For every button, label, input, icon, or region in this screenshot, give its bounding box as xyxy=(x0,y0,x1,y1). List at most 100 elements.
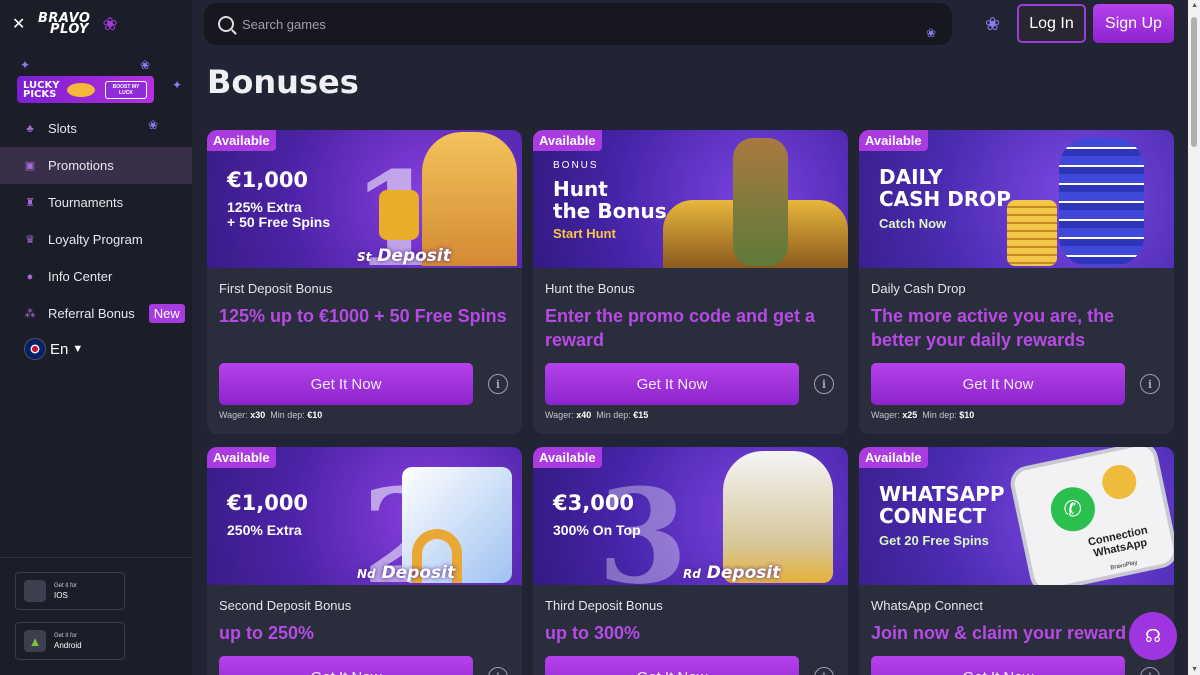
card-label: First Deposit Bonus xyxy=(219,281,333,296)
banner-amount: €1,000 xyxy=(227,491,309,515)
banner-subtitle: 125% Extra + 50 Free Spins xyxy=(227,200,330,230)
store-name: Android xyxy=(54,641,82,650)
login-button[interactable]: Log In xyxy=(1017,4,1086,43)
sidebar-item-loyalty[interactable]: ♛ Loyalty Program xyxy=(0,221,192,258)
language-selector[interactable]: En ▼ xyxy=(24,338,83,360)
min-dep-label: Min dep: xyxy=(922,410,957,420)
signup-button[interactable]: Sign Up xyxy=(1093,4,1174,43)
info-icon[interactable]: i xyxy=(814,374,834,394)
banner-deposit: Deposit xyxy=(381,563,456,583)
phone-text: Connection WhatsApp BravoPlay xyxy=(1087,524,1155,578)
support-chat-button[interactable]: ☊ xyxy=(1129,612,1177,660)
gift-icon: ▣ xyxy=(24,160,36,172)
chip-stack-illustration xyxy=(1059,138,1144,266)
get-it-now-button[interactable]: Get It Now xyxy=(219,656,473,675)
bonus-banner[interactable]: Available DAILY CASH DROP Catch Now xyxy=(859,130,1174,268)
scroll-up-icon[interactable]: ▲ xyxy=(1191,2,1198,9)
store-name: IOS xyxy=(54,591,68,600)
banner-cta: Get 20 Free Spins xyxy=(879,533,989,548)
sidebar-item-promotions[interactable]: ▣ Promotions xyxy=(0,147,192,184)
sidebar-item-label: Referral Bonus xyxy=(48,306,135,321)
butterfly-icon: ❀ xyxy=(985,14,1001,34)
search-input[interactable] xyxy=(242,16,842,32)
get-it-now-button[interactable]: Get It Now xyxy=(871,363,1125,405)
bonus-card: Available DAILY CASH DROP Catch Now Dail… xyxy=(859,130,1174,434)
banner-title: WHATSAPP CONNECT xyxy=(879,483,1005,527)
bonus-banner[interactable]: Available BONUS Hunt the Bonus Start Hun… xyxy=(533,130,848,268)
sidebar-item-referral[interactable]: ⁂ Referral Bonus New xyxy=(0,295,192,332)
trophy-icon: ♜ xyxy=(25,197,35,209)
banner-cta: Start Hunt xyxy=(553,226,616,241)
store-text: Get it for IOS xyxy=(54,582,77,600)
boost-luck-button[interactable]: BOOST MY LUCK xyxy=(105,80,147,99)
android-app-button[interactable]: ▲ Get it for Android xyxy=(15,622,125,660)
bonus-banner[interactable]: Available €1,000 125% Extra + 50 Free Sp… xyxy=(207,130,522,268)
slots-icon: ♣ xyxy=(26,122,34,135)
sparkle-icon: ✦ xyxy=(20,58,31,72)
sparkle-icon: ✦ xyxy=(172,78,183,92)
scroll-thumb[interactable] xyxy=(1191,17,1197,147)
banner-big-number: 3 xyxy=(597,460,688,586)
available-badge: Available xyxy=(207,447,276,468)
uk-flag-icon xyxy=(24,338,46,360)
sidebar-item-slots[interactable]: ♣ Slots xyxy=(0,110,192,147)
wager-label: Wager: xyxy=(219,410,248,420)
sidebar-item-label: Info Center xyxy=(48,269,113,284)
get-it-now-button[interactable]: Get It Now xyxy=(545,656,799,675)
sidebar-item-label: Slots xyxy=(48,121,77,136)
close-icon[interactable]: ✕ xyxy=(12,14,26,34)
banner-title-line: WHATSAPP xyxy=(879,482,1005,506)
bonus-card: Available WHATSAPP CONNECT Get 20 Free S… xyxy=(859,447,1174,675)
card-headline: The more active you are, the better your… xyxy=(871,306,1115,350)
card-headline: up to 300% xyxy=(545,623,641,643)
bonus-banner[interactable]: Available €1,000 250% Extra 2 Nd Deposit xyxy=(207,447,522,585)
info-icon[interactable]: i xyxy=(488,374,508,394)
info-icon: ● xyxy=(26,270,34,283)
info-icon[interactable]: i xyxy=(1140,374,1160,394)
crown-icon: ♛ xyxy=(25,234,35,246)
scrollbar[interactable]: ▲ ▼ xyxy=(1188,0,1200,675)
brand-logo[interactable]: BRAVO PLOY xyxy=(38,12,90,36)
sidebar: ✕ BRAVO PLOY ❀ ✦ ❀ ✦ ❀ LUCKY PICKS BOOST… xyxy=(0,0,192,675)
sidebar-item-info-center[interactable]: ● Info Center xyxy=(0,258,192,295)
android-icon: ▲ xyxy=(24,630,46,652)
card-label: Second Deposit Bonus xyxy=(219,598,352,613)
bonus-banner[interactable]: Available WHATSAPP CONNECT Get 20 Free S… xyxy=(859,447,1174,585)
info-icon[interactable]: i xyxy=(814,667,834,675)
bonus-card: Available €3,000 300% On Top 3 Rd Deposi… xyxy=(533,447,848,675)
card-label: Daily Cash Drop xyxy=(871,281,966,296)
wager-value: x25 xyxy=(902,410,918,420)
whatsapp-icon: ✆ xyxy=(1046,483,1100,536)
info-icon[interactable]: i xyxy=(488,667,508,675)
info-icon[interactable]: i xyxy=(1140,667,1160,675)
coin-icon xyxy=(1099,461,1140,503)
scroll-down-icon[interactable]: ▼ xyxy=(1191,666,1198,673)
banner-deposit: Deposit xyxy=(706,563,781,583)
banner-deposit-text: Rd Deposit xyxy=(683,563,780,583)
wager-info: Wager: x30 Min dep: €10 xyxy=(219,410,322,420)
get-it-now-button[interactable]: Get It Now xyxy=(219,363,473,405)
ios-app-button[interactable]: Get it for IOS xyxy=(15,572,125,610)
banner-line: 125% Extra xyxy=(227,199,302,215)
golden-cup-illustration xyxy=(379,190,419,240)
get-it-now-button[interactable]: Get It Now xyxy=(871,656,1125,675)
wager-label: Wager: xyxy=(871,410,900,420)
butterfly-icon: ❀ xyxy=(102,13,118,34)
sidebar-item-label: Tournaments xyxy=(48,195,124,210)
store-text: Get it for Android xyxy=(54,632,82,650)
banner-ordinal: St xyxy=(357,250,372,264)
min-dep-value: €10 xyxy=(307,410,323,420)
users-icon: ⁂ xyxy=(24,308,36,320)
sidebar-item-tournaments[interactable]: ♜ Tournaments xyxy=(0,184,192,221)
banner-ordinal: Nd xyxy=(357,567,376,581)
get-it-now-button[interactable]: Get It Now xyxy=(545,363,799,405)
search-bar[interactable] xyxy=(204,3,952,45)
lucky-picks-banner[interactable]: LUCKY PICKS BOOST MY LUCK xyxy=(17,76,154,103)
card-headline: up to 250% xyxy=(219,623,315,643)
lucky-picks-title: LUCKY PICKS xyxy=(23,79,60,100)
available-badge: Available xyxy=(533,447,602,468)
bonus-banner[interactable]: Available €3,000 300% On Top 3 Rd Deposi… xyxy=(533,447,848,585)
logo-row: ✕ BRAVO PLOY ❀ xyxy=(0,0,192,48)
coin-icon xyxy=(67,82,95,97)
banner-title-line: CONNECT xyxy=(879,504,987,528)
